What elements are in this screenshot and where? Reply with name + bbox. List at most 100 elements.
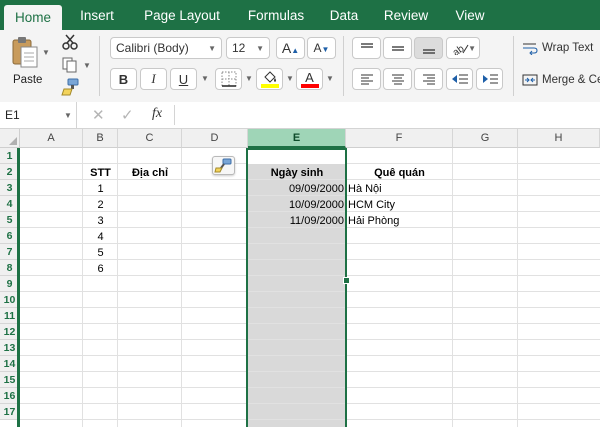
ribbon-tab-bar: Home Insert Page Layout Formulas Data Re… [0,0,600,30]
gridline [517,148,518,427]
bold-button[interactable]: B [110,68,137,90]
ribbon-home: ▼ Paste ▼ Calibri (Body) ▼ 12 ▼ A▲ A▼ B … [0,30,600,103]
paste-options-button[interactable] [212,156,235,175]
column-header-c[interactable]: C [118,129,182,148]
cancel-icon[interactable]: ✕ [92,106,105,124]
formula-bar-divider [174,105,175,125]
align-center-icon [391,74,404,85]
paintbrush-icon[interactable] [60,78,80,96]
align-right-icon [422,74,435,85]
cell-e4[interactable]: 10/09/2000 [248,197,346,213]
font-color-dropdown-icon[interactable]: ▼ [326,74,334,83]
cell-b7[interactable]: 5 [83,245,118,261]
paste-label: Paste [13,74,43,86]
merge-center-label: Merge & Center [542,74,600,86]
borders-icon [221,71,236,87]
align-top-icon [360,43,373,48]
font-color-button[interactable]: A [296,68,323,90]
paste-options-icon [214,158,232,173]
increase-font-icon: A▲ [281,40,300,56]
chevron-down-icon: ▼ [256,43,264,53]
select-all-icon [9,137,17,145]
underline-button[interactable]: U [170,68,197,90]
fill-bucket-icon [263,70,276,83]
tab-review[interactable]: Review [374,0,438,30]
cell-f2[interactable]: Quê quán [346,165,453,181]
font-size-select[interactable]: 12 ▼ [226,37,270,59]
ribbon-separator [99,36,100,96]
decrease-indent-button[interactable] [446,68,473,90]
cell-b5[interactable]: 3 [83,213,118,229]
cell-e2[interactable]: Ngày sinh [248,165,346,181]
column-header-a[interactable]: A [20,129,83,148]
wrap-text-button[interactable]: Wrap Text [522,38,600,58]
cell-f3[interactable]: Hà Nội [346,181,453,197]
merge-icon [522,74,538,86]
paste-dropdown-icon[interactable]: ▼ [42,48,50,57]
checkmark-icon[interactable]: ✓ [121,106,134,124]
italic-button[interactable]: I [140,68,167,90]
copy-dropdown-icon[interactable]: ▼ [83,61,91,70]
borders-button[interactable] [215,68,242,90]
decrease-font-button[interactable]: A▼ [307,37,336,59]
cell-b3[interactable]: 1 [83,181,118,197]
column-header-h[interactable]: H [518,129,600,148]
column-header-f[interactable]: F [346,129,453,148]
underline-dropdown-icon[interactable]: ▼ [201,74,209,83]
font-name-select[interactable]: Calibri (Body) ▼ [110,37,222,59]
text-orientation-icon: ab [451,43,469,55]
align-middle-button[interactable] [383,37,412,59]
cell-c2[interactable]: Địa chỉ [118,165,182,181]
ribbon-separator [513,36,514,96]
tab-insert[interactable]: Insert [70,0,124,30]
tab-data[interactable]: Data [320,0,368,30]
align-middle-icon [391,46,404,51]
align-top-button[interactable] [352,37,381,59]
wrap-text-icon [523,43,538,55]
align-center-button[interactable] [383,68,412,90]
formula-bar: E1 ▼ ✕ ✓ fx [0,102,600,129]
paste-button[interactable]: ▼ Paste [6,34,50,88]
clipboard-icon [12,37,38,68]
formula-input[interactable] [178,107,598,123]
orientation-button[interactable]: ab ▼ [446,37,480,59]
borders-dropdown-icon[interactable]: ▼ [245,74,253,83]
column-header-b[interactable]: B [83,129,118,148]
cell-b4[interactable]: 2 [83,197,118,213]
cell-f5[interactable]: Hải Phòng [346,213,453,229]
align-left-button[interactable] [352,68,381,90]
gridline [181,148,182,427]
scissors-icon[interactable] [61,33,79,51]
svg-text:ab: ab [451,43,467,55]
column-header-g[interactable]: G [453,129,518,148]
align-right-button[interactable] [414,68,443,90]
fill-color-button[interactable] [256,68,283,90]
worksheet-grid[interactable]: A B C D E F G H 1 2 3 4 5 6 7 8 9 10 11 … [0,129,600,427]
column-header-e[interactable]: E [248,129,346,148]
fill-handle[interactable] [343,277,350,284]
merge-center-button[interactable]: Merge & Center [522,70,600,90]
cell-b8[interactable]: 6 [83,261,118,277]
tab-page-layout[interactable]: Page Layout [132,0,232,30]
excel-window: Home Insert Page Layout Formulas Data Re… [0,0,600,427]
column-header-d[interactable]: D [182,129,248,148]
name-box[interactable]: E1 ▼ [0,102,77,128]
select-all-corner[interactable] [0,129,20,148]
fill-color-dropdown-icon[interactable]: ▼ [286,74,294,83]
cell-b6[interactable]: 4 [83,229,118,245]
copy-icon[interactable] [61,56,79,74]
cell-e5[interactable]: 11/09/2000 [248,213,346,229]
indent-icon [482,74,498,84]
cell-f4[interactable]: HCM City [346,197,453,213]
increase-font-button[interactable]: A▲ [276,37,305,59]
tab-formulas[interactable]: Formulas [238,0,314,30]
increase-indent-button[interactable] [476,68,503,90]
cell-e3[interactable]: 09/09/2000 [248,181,346,197]
decrease-font-icon: A▼ [313,41,330,55]
cell-b2[interactable]: STT [83,165,118,181]
fill-color-swatch [260,83,279,88]
tab-view[interactable]: View [444,0,496,30]
tab-home[interactable]: Home [4,5,62,30]
insert-function-icon[interactable]: fx [152,106,162,122]
align-bottom-button[interactable] [414,37,443,59]
